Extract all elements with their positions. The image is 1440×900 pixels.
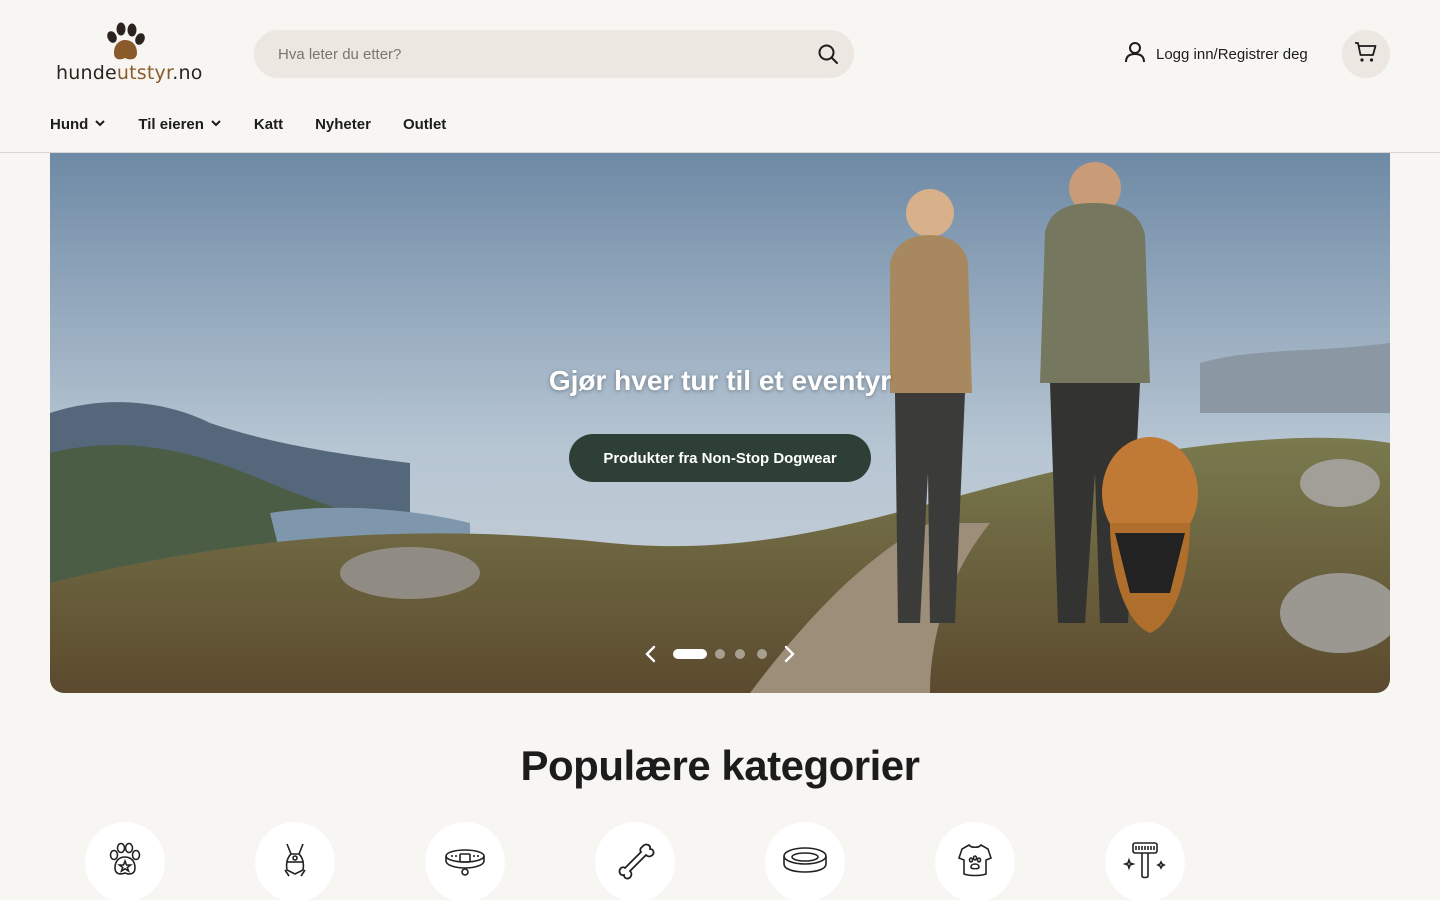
carousel-dot-1[interactable] <box>673 649 707 659</box>
search-icon[interactable] <box>816 42 840 66</box>
category-item[interactable] <box>255 822 335 900</box>
hero-image <box>50 153 1390 693</box>
chevron-down-icon <box>94 116 106 133</box>
paw-logo-icon <box>107 22 145 60</box>
nav-item-til-eieren[interactable]: Til eieren <box>138 116 222 133</box>
carousel-dot-4[interactable] <box>757 649 767 659</box>
harness-icon <box>275 840 315 885</box>
site-header: hundeutstyr.no Logg inn/Registrer deg Hu… <box>0 0 1440 153</box>
login-register-label: Logg inn/Registrer deg <box>1156 45 1308 63</box>
dog-bed-icon <box>781 840 829 885</box>
nav-item-nyheter[interactable]: Nyheter <box>315 116 371 133</box>
nav-item-katt[interactable]: Katt <box>254 116 283 133</box>
search-input[interactable] <box>278 30 798 78</box>
collar-icon <box>443 840 487 885</box>
user-icon <box>1124 41 1146 68</box>
cart-icon <box>1354 40 1378 69</box>
hero-cta-button[interactable]: Produkter fra Non-Stop Dogwear <box>569 434 871 482</box>
logo-text: hundeutstyr.no <box>56 62 203 84</box>
dog-sweater-icon <box>955 840 995 885</box>
carousel-dot-2[interactable] <box>715 649 725 659</box>
category-item[interactable] <box>1105 822 1185 900</box>
site-logo[interactable]: hundeutstyr.no <box>56 22 202 86</box>
nav-item-label: Outlet <box>402 115 447 133</box>
hero-banner: Gjør hver tur til et eventyr Produkter f… <box>50 153 1390 693</box>
nav-item-hund[interactable]: Hund <box>50 116 106 133</box>
chevron-right-icon[interactable] <box>778 643 800 665</box>
nav-item-label: Katt <box>253 115 284 133</box>
hero-title: Gjør hver tur til et eventyr <box>548 365 892 396</box>
bone-icon <box>615 840 655 885</box>
login-register-link[interactable]: Logg inn/Registrer deg <box>1124 40 1308 68</box>
chevron-left-icon[interactable] <box>640 643 662 665</box>
cart-button[interactable] <box>1342 30 1390 78</box>
main-nav: Hund Til eieren Katt Nyheter Outlet <box>50 112 478 136</box>
category-item[interactable] <box>595 822 675 900</box>
category-item[interactable] <box>425 822 505 900</box>
nav-item-label: Nyheter <box>315 115 371 133</box>
category-item[interactable] <box>85 822 165 900</box>
paw-star-icon <box>105 840 145 885</box>
nav-item-label: Til eieren <box>138 115 204 133</box>
search-bar <box>254 30 854 78</box>
carousel-controls <box>640 643 800 665</box>
popular-categories-title: Populære kategorier <box>520 742 920 789</box>
category-item[interactable] <box>935 822 1015 900</box>
category-item[interactable] <box>765 822 845 900</box>
carousel-dot-3[interactable] <box>735 649 745 659</box>
nav-item-label: Hund <box>50 115 89 133</box>
grooming-brush-icon <box>1122 840 1167 885</box>
nav-item-outlet[interactable]: Outlet <box>403 116 446 133</box>
chevron-down-icon <box>210 116 222 133</box>
